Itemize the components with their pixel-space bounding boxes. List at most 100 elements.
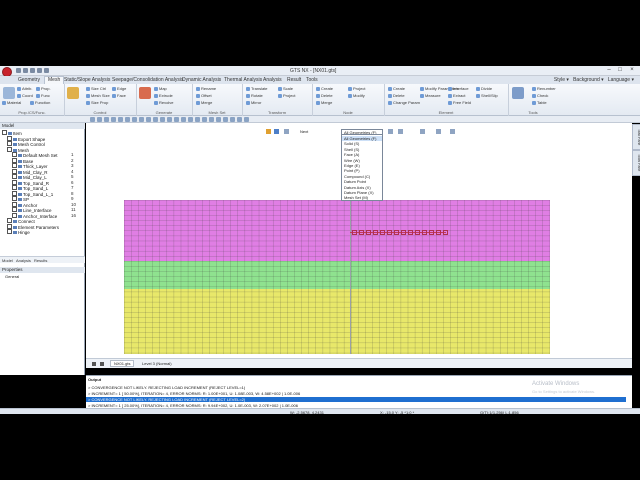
- tree-item[interactable]: Base 2: [12, 157, 85, 164]
- ribbon-item[interactable]: Mirror: [246, 100, 261, 105]
- measure-icon[interactable]: [181, 117, 186, 122]
- iso-view-icon[interactable]: [125, 117, 130, 122]
- auto-solid-icon[interactable]: [139, 87, 151, 99]
- dropdown-option[interactable]: Edge (E): [344, 163, 360, 168]
- prev-view-icon[interactable]: [92, 362, 96, 366]
- visibility-checkbox[interactable]: [12, 196, 17, 201]
- ribbon-item[interactable]: Project: [348, 86, 365, 91]
- tools-pane-tab[interactable]: Tools Pane: [632, 150, 640, 176]
- dropdown-option[interactable]: Mesh Set (M): [344, 195, 368, 200]
- search-icon[interactable]: [436, 129, 441, 134]
- pan-icon[interactable]: [104, 117, 109, 122]
- ribbon-item[interactable]: Map: [154, 86, 167, 91]
- ribbon-item[interactable]: Merge: [316, 100, 332, 105]
- next-view-icon[interactable]: [100, 362, 104, 366]
- tab-model[interactable]: Model: [2, 258, 13, 263]
- dropdown-option[interactable]: Compound (C): [344, 174, 370, 179]
- ribbon-item[interactable]: Shell/Slip: [476, 93, 498, 98]
- tab-geometry[interactable]: Geometry: [18, 77, 40, 83]
- tree-item[interactable]: Top_Sand_L 7: [12, 185, 85, 191]
- tree-item[interactable]: Default Mesh Set 1: [12, 152, 85, 158]
- ribbon-item[interactable]: Function: [30, 100, 50, 105]
- tree-item[interactable]: Top_Sand_L_1 8: [12, 190, 85, 197]
- output-line[interactable]: > CONVERGENCE NOT LIKELY. REJECTING LOAD…: [88, 385, 245, 390]
- top-view-icon[interactable]: [139, 117, 144, 122]
- filter-clear-icon[interactable]: [398, 129, 403, 134]
- anchor-node[interactable]: [415, 230, 420, 235]
- ribbon-item[interactable]: Scale: [278, 86, 293, 91]
- material-icon[interactable]: [3, 87, 15, 99]
- visibility-checkbox[interactable]: [12, 190, 17, 196]
- filter-next-label[interactable]: Next: [300, 129, 308, 134]
- wireframe-icon[interactable]: [153, 117, 158, 122]
- render-icon[interactable]: [216, 117, 221, 122]
- ribbon-item[interactable]: Attrib.: [17, 86, 32, 91]
- select-icon[interactable]: [90, 117, 95, 122]
- anchor-node[interactable]: [401, 230, 406, 235]
- shade-icon[interactable]: [146, 117, 151, 122]
- ribbon-item[interactable]: Measure: [420, 93, 441, 98]
- open-file-icon[interactable]: [23, 68, 28, 73]
- tree-item[interactable]: Line_Interface 11: [12, 207, 85, 213]
- ribbon-item[interactable]: Extract: [448, 93, 465, 98]
- grid-icon[interactable]: [188, 117, 193, 122]
- anchor-node[interactable]: [366, 230, 371, 235]
- clip-icon[interactable]: [174, 117, 179, 122]
- display-icon[interactable]: [209, 117, 214, 122]
- maximize-button[interactable]: □: [615, 67, 625, 74]
- view-tab-nx01[interactable]: NX01.gts: [110, 360, 135, 367]
- tree-item[interactable]: Element Parameters: [7, 223, 85, 230]
- tab-result[interactable]: Result: [287, 77, 301, 83]
- ribbon-item[interactable]: Rename: [196, 86, 216, 91]
- settings-icon[interactable]: [450, 129, 455, 134]
- ribbon-item[interactable]: Extrude: [154, 93, 173, 98]
- ribbon-item[interactable]: Table: [532, 100, 547, 105]
- save-icon[interactable]: [30, 68, 35, 73]
- capture-icon[interactable]: [244, 117, 249, 122]
- visibility-checkbox[interactable]: [12, 152, 17, 157]
- ribbon-item[interactable]: Translate: [246, 86, 268, 91]
- tree-item[interactable]: SP 9: [12, 196, 85, 202]
- redo-icon[interactable]: [44, 68, 49, 73]
- anchor-node[interactable]: [359, 230, 364, 235]
- ribbon-item[interactable]: Rotate: [246, 93, 263, 98]
- background-menu-item[interactable]: Background: [573, 77, 600, 83]
- tab-seepage[interactable]: Seepage/Consolidation Analysis: [112, 77, 183, 83]
- tree-item[interactable]: Item: [2, 130, 85, 136]
- anchor-node[interactable]: [436, 230, 441, 235]
- output-line[interactable]: > CONVERGENCE NOT LIKELY. REJECTING LOAD…: [86, 397, 626, 402]
- ribbon-item[interactable]: Delete: [388, 93, 405, 98]
- options-icon[interactable]: [512, 87, 524, 99]
- anchor-node[interactable]: [443, 230, 448, 235]
- dropdown-option[interactable]: All Geometries (F): [342, 136, 382, 141]
- minimize-button[interactable]: –: [604, 67, 614, 74]
- tree-item[interactable]: Mid_Clay_R 4: [12, 168, 85, 175]
- ribbon-item[interactable]: Edge: [112, 86, 126, 91]
- close-button[interactable]: ×: [627, 67, 637, 74]
- light-icon[interactable]: [223, 117, 228, 122]
- ribbon-item[interactable]: Check: [532, 93, 548, 98]
- dropdown-option[interactable]: Datum Axis (X): [344, 185, 371, 190]
- tab-tools[interactable]: Tools: [306, 77, 318, 83]
- undo-icon[interactable]: [37, 68, 42, 73]
- tree-item[interactable]: Anchor 10: [12, 201, 85, 208]
- style-menu[interactable]: Style ▾ Background ▾ Language ▾: [554, 77, 634, 83]
- anchor-node[interactable]: [373, 230, 378, 235]
- ribbon-item[interactable]: Mesh Size: [86, 93, 110, 98]
- visibility-checkbox[interactable]: [12, 163, 17, 168]
- ribbon-item[interactable]: Size Ctrl: [86, 86, 106, 91]
- zoom-icon[interactable]: [97, 117, 102, 122]
- visibility-checkbox[interactable]: [12, 157, 17, 163]
- visibility-checkbox[interactable]: [7, 135, 12, 141]
- ribbon-item[interactable]: Project: [278, 93, 295, 98]
- tab-analysis[interactable]: Analysis: [263, 77, 282, 83]
- tree-item[interactable]: Mid_Clay_L 5: [12, 174, 85, 180]
- filter-options-icon[interactable]: [388, 129, 393, 134]
- tree-item[interactable]: Mesh: [7, 146, 85, 153]
- rotate-icon[interactable]: [111, 117, 116, 122]
- visibility-checkbox[interactable]: [7, 229, 12, 234]
- task-pane-tab[interactable]: Task Pane: [632, 124, 640, 150]
- output-line[interactable]: > INCREMENT= 1 [ 50.00%], ITERATION= 4, …: [88, 391, 300, 396]
- tree-item[interactable]: Anchor_Interface 16: [12, 212, 85, 219]
- fit-icon[interactable]: [118, 117, 123, 122]
